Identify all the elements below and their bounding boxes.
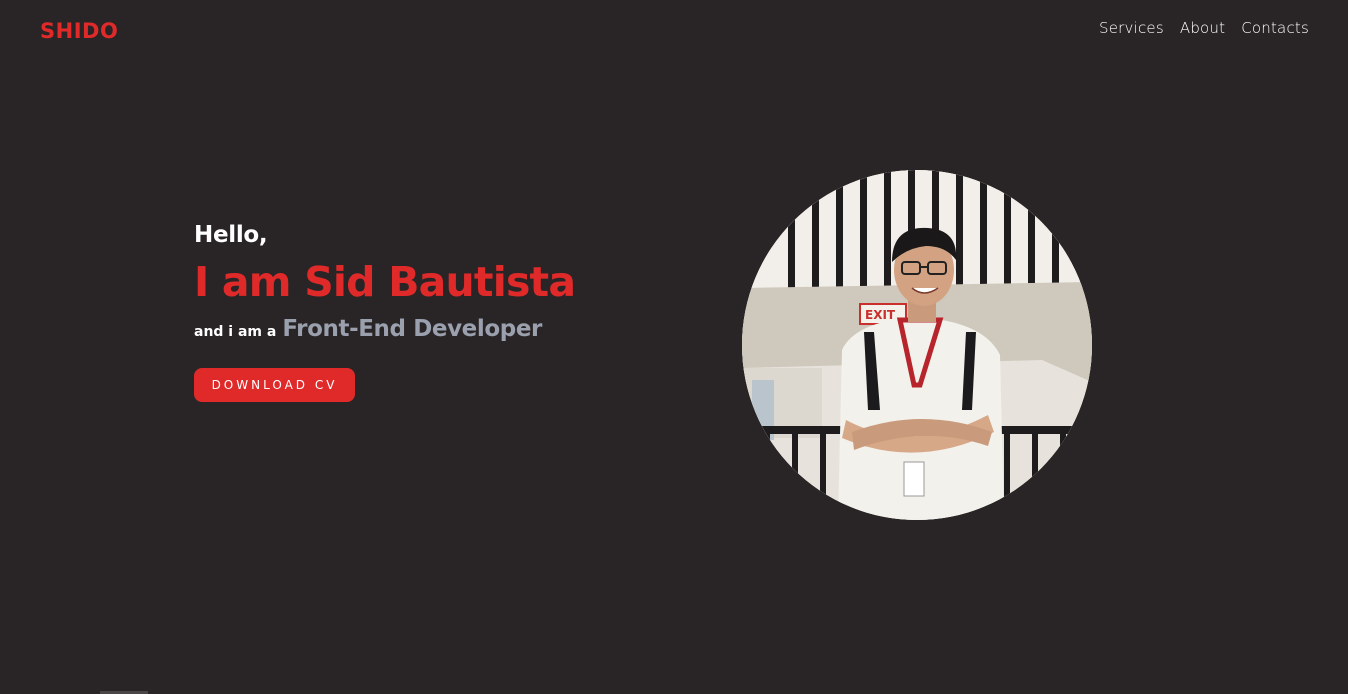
brand-logo[interactable]: SHIDO <box>40 19 118 43</box>
navbar: SHIDO Services About Contacts <box>0 0 1348 62</box>
nav-about[interactable]: About <box>1180 19 1225 37</box>
hero-name: I am Sid Bautista <box>194 258 576 306</box>
download-cv-button[interactable]: DOWNLOAD CV <box>194 368 355 402</box>
nav-contacts[interactable]: Contacts <box>1241 19 1309 37</box>
nav-services[interactable]: Services <box>1099 19 1164 37</box>
profile-photo: EXIT <box>742 170 1092 520</box>
nav-links: Services About Contacts <box>1099 19 1309 37</box>
profile-photo-illustration: EXIT <box>742 170 1092 520</box>
hero-intro: Hello, I am Sid Bautista and i am a Fron… <box>194 222 576 402</box>
hero-role-line: and i am a Front-End Developer <box>194 316 575 342</box>
hero-role-prefix: and i am a <box>194 324 277 340</box>
svg-text:EXIT: EXIT <box>865 308 896 322</box>
hero-greeting: Hello, <box>194 222 268 248</box>
hero-role: Front-End Developer <box>282 316 542 342</box>
